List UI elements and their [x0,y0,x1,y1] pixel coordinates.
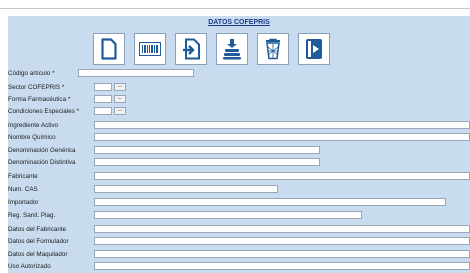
condiciones-especiales-input[interactable] [94,107,112,115]
row-denominacion-distintiva: Denominación Distintiva [8,158,470,167]
forma-farmaceutica-lookup-button[interactable]: ... [114,95,126,103]
forma-farmaceutica-input[interactable] [94,95,112,103]
row-datos-maquilador: Datos del Maquilador [8,250,470,259]
datos-formulador-input[interactable] [94,237,470,245]
condiciones-especiales-lookup-button[interactable]: ... [114,107,126,115]
codigo-articulo-input[interactable] [78,69,194,77]
sector-cofepris-input[interactable] [94,83,112,91]
label-datos-maquilador: Datos del Maquilador [8,251,68,258]
cofepris-panel: DATOS COFEPRIS Código artículo * Sector … [8,16,470,273]
label-uso-autorizado: Uso Autorizado [8,263,51,270]
exit-button[interactable] [298,33,330,65]
label-importador: Importador [8,199,39,206]
row-uso-autorizado: Uso Autorizado [8,262,470,271]
label-num-cas: Num. CAS [8,186,38,193]
fabricante-input[interactable] [94,172,470,180]
row-datos-fabricante: Datos del Fabricante [8,225,470,234]
row-nombre-quimico: Nombre Químico [8,133,470,142]
import-button[interactable] [175,33,207,65]
barcode-icon [139,42,161,56]
row-condiciones-especiales: Condiciones Especiales * ... [8,107,470,116]
trash-icon [266,38,280,60]
row-denominacion-generica: Denominación Genérica [8,146,470,155]
row-fabricante: Fabricante [8,172,470,181]
label-reg-sanit-plag: Reg. Sanit. Plag. [8,212,56,219]
label-fabricante: Fabricante [8,173,38,180]
import-icon [183,38,200,60]
new-document-icon [101,38,117,60]
row-forma-farmaceutica: Forma Farmacéutica * ... [8,95,470,104]
row-codigo-articulo: Código artículo * [8,69,470,78]
label-datos-formulador: Datos del Formulador [8,238,69,245]
toolbar [93,33,339,65]
label-forma-farmaceutica: Forma Farmacéutica * [8,96,71,103]
num-cas-input[interactable] [94,185,278,193]
datos-maquilador-input[interactable] [94,250,470,258]
save-stack-icon [223,39,241,60]
uso-autorizado-input[interactable] [94,262,470,270]
label-ingrediente-activo: Ingrediente Activo [8,122,59,129]
row-num-cas: Num. CAS [8,185,470,194]
exit-icon [306,39,322,59]
label-datos-fabricante: Datos del Fabricante [8,226,67,233]
nombre-quimico-input[interactable] [94,133,470,141]
row-ingrediente-activo: Ingrediente Activo [8,121,470,130]
delete-button[interactable] [257,33,289,65]
save-button[interactable] [216,33,248,65]
label-denominacion-distintiva: Denominación Distintiva [8,159,76,166]
row-sector-cofepris: Sector COFEPRIS * ... [8,83,470,92]
label-nombre-quimico: Nombre Químico [8,134,56,141]
reg-sanit-plag-input[interactable] [94,211,362,219]
top-divider [0,8,470,9]
ingrediente-activo-input[interactable] [94,121,470,129]
barcode-button[interactable] [134,33,166,65]
importador-input[interactable] [94,198,446,206]
row-importador: Importador [8,198,470,207]
denominacion-distintiva-input[interactable] [94,158,320,166]
label-sector-cofepris: Sector COFEPRIS * [8,84,65,91]
sector-cofepris-lookup-button[interactable]: ... [114,83,126,91]
page-title: DATOS COFEPRIS [208,19,270,26]
label-denominacion-generica: Denominación Genérica [8,147,76,154]
row-reg-sanit-plag: Reg. Sanit. Plag. [8,211,470,220]
row-datos-formulador: Datos del Formulador [8,237,470,246]
label-condiciones-especiales: Condiciones Especiales * [8,108,80,115]
datos-fabricante-input[interactable] [94,225,470,233]
new-button[interactable] [93,33,125,65]
label-codigo-articulo: Código artículo * [8,70,55,77]
denominacion-generica-input[interactable] [94,146,320,154]
